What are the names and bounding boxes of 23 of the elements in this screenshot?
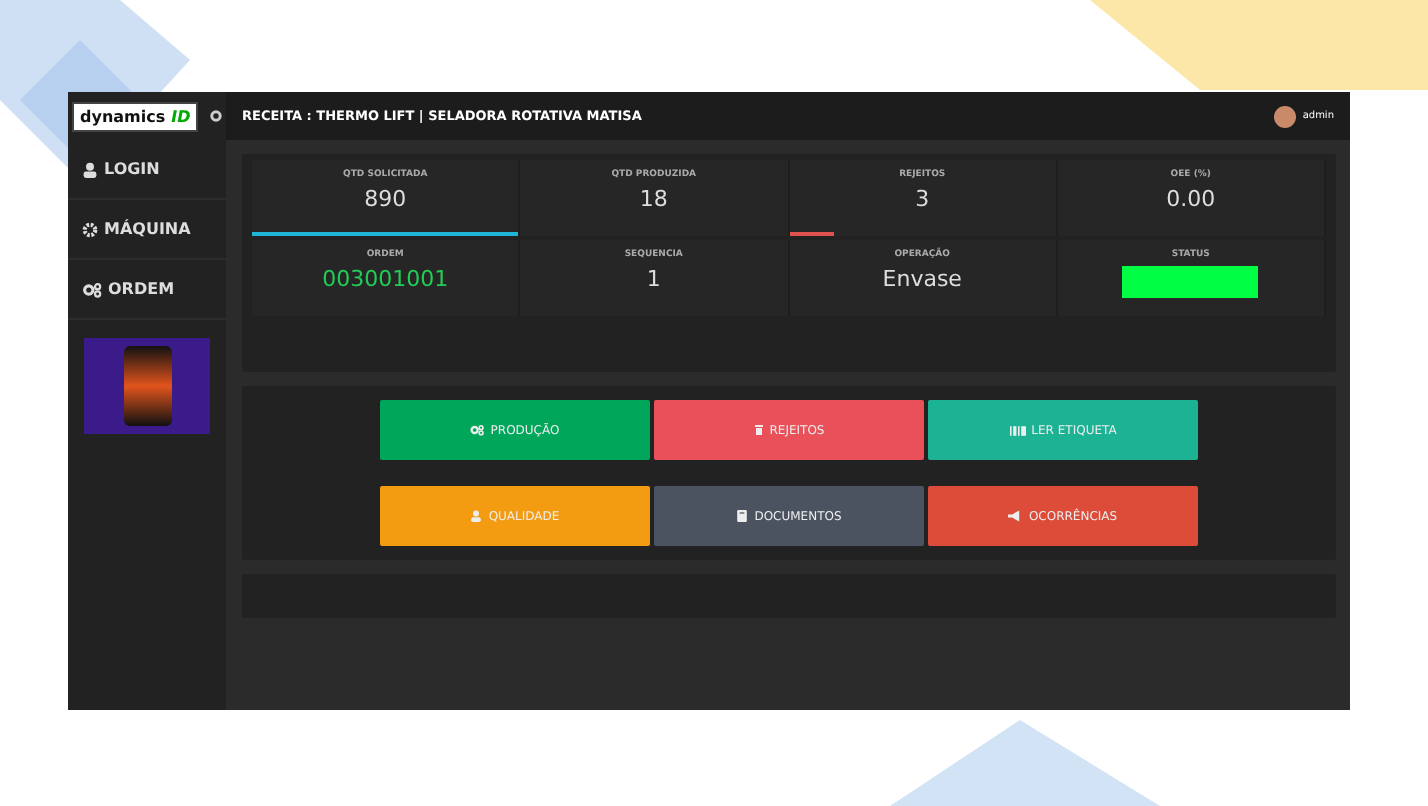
logo: dynamics ID [72,101,199,131]
user-icon [470,510,483,522]
product-image [84,338,210,434]
trash-icon [753,424,764,436]
sidebar-item[interactable]: MÁQUINA [68,200,226,260]
gear-icon[interactable] [210,110,223,122]
sidebar-item[interactable]: LOGIN [68,140,226,200]
barcode-icon [1009,425,1026,435]
sidebar-item[interactable]: ORDEM [68,260,226,320]
user-icon [82,161,98,177]
stat-value: 18 [639,186,668,212]
gear-icon [82,221,98,237]
book-icon [736,510,749,522]
stat-value: 0.00 [1166,186,1216,212]
stat-value: 3 [915,186,930,212]
gears-icon [470,424,485,436]
gears-icon [82,281,102,297]
stat-value: 890 [364,186,407,212]
stat-value: 1 [646,266,661,292]
megaphone-icon [1008,510,1023,522]
stat-value: Envase [882,266,962,292]
avatar-icon[interactable] [1274,105,1297,127]
stat-value: 003001001 [322,266,449,292]
